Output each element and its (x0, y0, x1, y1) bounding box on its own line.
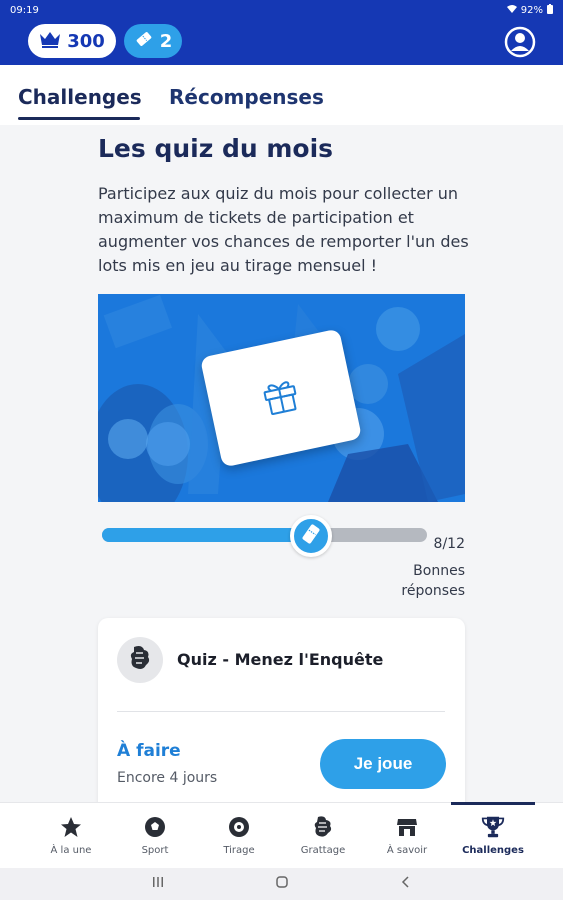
nav-item-sport[interactable]: Sport (113, 803, 197, 869)
nav-label: Tirage (223, 845, 255, 856)
gift-icon (257, 372, 305, 423)
ticket-count-badge[interactable]: 2 (124, 24, 182, 58)
nav-item-tirage[interactable]: Tirage (197, 803, 281, 869)
progress-count: 8/12 (433, 536, 465, 552)
soccer-ball-icon (143, 815, 167, 839)
quiz-title: Quiz - Menez l'Enquête (177, 650, 384, 669)
battery-percent: 92% (520, 4, 543, 16)
crown-points-badge[interactable]: 300 (28, 24, 116, 58)
nav-label: À la une (50, 845, 92, 856)
status-bar: 09:19 92% (0, 0, 563, 20)
progress-label: Bonnes réponses (401, 563, 465, 599)
status-indicators: 92% (506, 3, 553, 17)
nav-item-a-la-une[interactable]: À la une (29, 803, 113, 869)
back-button[interactable] (400, 876, 412, 892)
status-time: 09:19 (10, 4, 39, 16)
home-button[interactable] (276, 876, 288, 892)
progress-marker (290, 515, 332, 557)
page-title: Les quiz du mois (98, 134, 334, 163)
active-tab-indicator (18, 117, 140, 120)
nav-item-grattage[interactable]: Grattage (281, 803, 365, 869)
store-icon (395, 815, 419, 839)
recent-apps-button[interactable] (152, 876, 164, 892)
nav-label: Grattage (300, 845, 346, 856)
quiz-remaining-time: Encore 4 jours (117, 770, 218, 786)
star-icon (59, 815, 83, 839)
scratch-coin-icon (311, 815, 335, 839)
active-nav-indicator (451, 802, 535, 805)
nav-label: Challenges (462, 845, 524, 856)
progress-bar (102, 528, 427, 542)
crown-icon (39, 30, 61, 53)
quiz-card: Quiz - Menez l'Enquête À faire Encore 4 … (98, 618, 465, 818)
profile-icon[interactable] (504, 26, 536, 58)
scratch-coin-icon (128, 645, 152, 675)
system-nav-bar (0, 868, 563, 900)
tab-challenges[interactable]: Challenges (18, 85, 142, 109)
tab-recompenses[interactable]: Récompenses (169, 85, 324, 109)
crown-points-value: 300 (67, 30, 105, 52)
page-description: Participez aux quiz du mois pour collect… (98, 184, 469, 275)
progress-fill (102, 528, 319, 542)
quiz-status: À faire (117, 741, 181, 761)
nav-item-a-savoir[interactable]: À savoir (365, 803, 449, 869)
divider (117, 711, 445, 712)
wifi-icon (506, 4, 517, 16)
nav-item-challenges[interactable]: Challenges (451, 802, 535, 869)
nav-label: À savoir (386, 845, 428, 856)
lottery-ball-icon (227, 815, 251, 839)
battery-icon (547, 3, 553, 17)
bottom-nav: À la une Sport Tirage Grattage À savoir … (0, 802, 563, 868)
nav-label: Sport (141, 845, 169, 856)
ticket-icon (299, 522, 323, 550)
ticket-icon (134, 29, 154, 54)
app-header: 300 2 (0, 20, 563, 65)
tab-bar: Challenges Récompenses (0, 65, 563, 125)
trophy-icon (481, 815, 505, 839)
ticket-count-value: 2 (159, 30, 173, 52)
quiz-avatar (117, 637, 163, 683)
play-button[interactable]: Je joue (320, 739, 446, 789)
